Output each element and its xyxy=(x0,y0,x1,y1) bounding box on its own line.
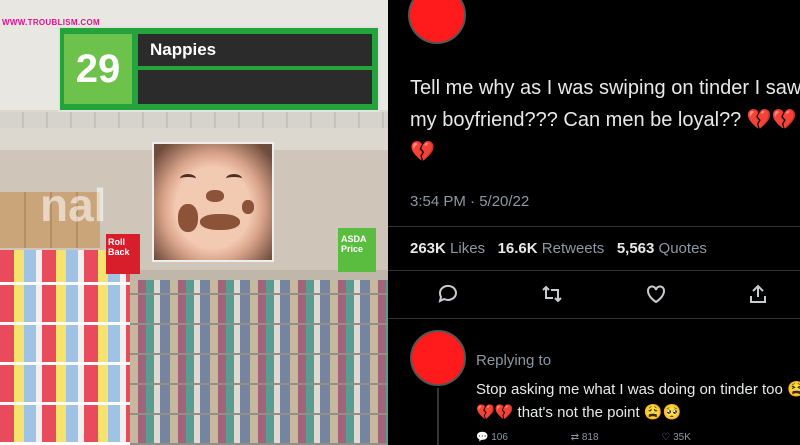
aisle-label: Nappies xyxy=(150,40,217,59)
chocolate-smudge xyxy=(206,190,224,202)
poster-eye xyxy=(180,174,196,183)
chocolate-smudge xyxy=(200,214,240,230)
reply-text-end: that's not the point xyxy=(517,404,640,421)
reply-actions: 💬 106 ⇄ 818 ♡ 35K xyxy=(476,432,800,443)
heart-icon[interactable] xyxy=(644,282,668,306)
reply-retweet-icon[interactable]: ⇄ 818 xyxy=(571,432,629,443)
ceiling-lights xyxy=(0,112,388,128)
background-wall-letters: nal xyxy=(40,179,107,231)
tweet-actions xyxy=(388,282,800,310)
watermark: WWW.TROUBLISM.COM xyxy=(2,18,100,27)
reply-comment-icon[interactable]: 💬 106 xyxy=(476,432,538,443)
reply-avatar[interactable] xyxy=(410,330,466,386)
chocolate-smudge xyxy=(178,204,198,232)
replying-to-label: Replying to xyxy=(476,352,552,369)
likes-stat[interactable]: 263K Likes xyxy=(410,240,485,257)
reply-end-emojis: 😩🥺 xyxy=(643,404,682,421)
tweet-panel: Tell me why as I was swiping on tinder I… xyxy=(388,0,800,445)
tweet-text: Tell me why as I was swiping on tinder I… xyxy=(410,77,800,131)
avatar-red xyxy=(410,330,466,386)
reply-heart-icon[interactable]: ♡ 35K xyxy=(661,432,721,443)
tweet-stats: 263K Likes 16.6K Retweets 5,563 Quotes xyxy=(410,240,707,257)
left-shelf-products xyxy=(0,250,130,445)
avatar-red xyxy=(408,0,466,44)
meme-composite: nal 29 Nappies Roll Back ASDA Price WWW.… xyxy=(0,0,800,445)
rollback-sign: Roll Back xyxy=(106,234,140,274)
poster-eye xyxy=(226,174,242,183)
divider xyxy=(388,270,800,271)
thread-line xyxy=(437,388,439,445)
tweet-timestamp[interactable]: 3:54 PM · 5/20/22 xyxy=(410,193,529,210)
aisle-sign: 29 Nappies xyxy=(58,26,380,112)
child-face-poster xyxy=(152,142,274,262)
quotes-stat[interactable]: 5,563 Quotes xyxy=(617,240,707,257)
aisle-label-bar: Nappies xyxy=(138,34,372,66)
reply-body: Stop asking me what I was doing on tinde… xyxy=(476,378,800,424)
retweets-stat[interactable]: 16.6K Retweets xyxy=(498,240,605,257)
retweet-icon[interactable] xyxy=(540,282,564,306)
aisle-label-bar-empty xyxy=(138,70,372,104)
asda-price-sign: ASDA Price xyxy=(338,228,376,272)
tweet-body: Tell me why as I was swiping on tinder I… xyxy=(410,72,800,168)
store-photo: nal 29 Nappies Roll Back ASDA Price WWW.… xyxy=(0,0,388,445)
divider xyxy=(388,226,800,227)
divider xyxy=(388,318,800,319)
reply-text: Stop asking me what I was doing on tinde… xyxy=(476,381,783,398)
comment-icon[interactable] xyxy=(436,282,460,306)
author-avatar[interactable] xyxy=(408,0,466,44)
chocolate-smudge xyxy=(242,200,254,214)
aisle-number: 29 xyxy=(64,34,132,104)
share-icon[interactable] xyxy=(746,282,770,306)
